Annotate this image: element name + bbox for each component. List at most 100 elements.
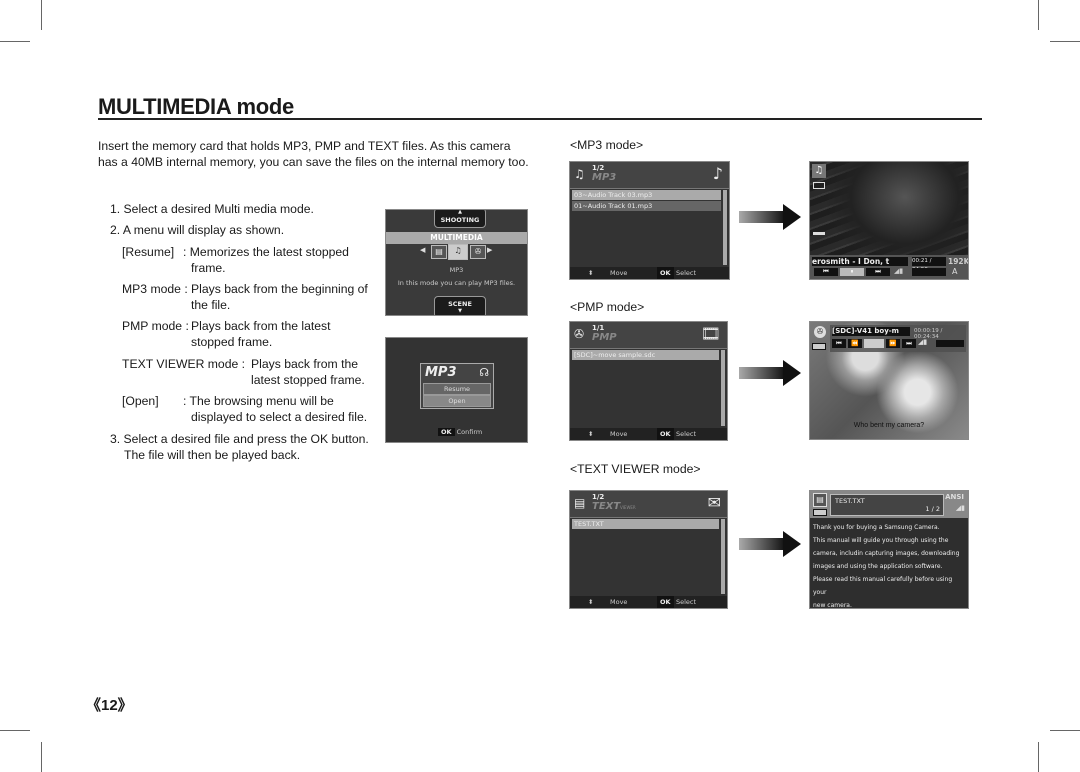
file-item[interactable]: 01~Audio Track 01.mp3 <box>572 201 721 211</box>
crop-mark <box>1050 730 1080 731</box>
text-mode-label: <TEXT VIEWER mode> <box>570 462 701 476</box>
filename-box: TEST.TXT 1 / 2 <box>830 494 944 516</box>
pause-button[interactable]: ⏸ <box>840 268 864 276</box>
previous-button[interactable]: ⏮ <box>832 339 846 348</box>
scene-tab[interactable]: SCENE ▼ <box>434 296 486 315</box>
text-content: Thank you for buying a Samsung Camera. T… <box>813 521 966 609</box>
mode-name: MP3 <box>592 172 617 183</box>
open-desc: : The browsing menu will be <box>183 394 334 408</box>
encoding: ANSI <box>945 493 964 501</box>
text-line: Thank you for buying a Samsung Camera. <box>813 524 940 531</box>
step-1: 1. Select a desired Multi media mode. <box>110 202 314 216</box>
fast-forward-button[interactable]: ⏩ <box>886 339 900 348</box>
battery-icon <box>813 182 825 189</box>
music-note-icon: ♫ <box>574 167 585 181</box>
list-footer: ⬍ Move OK Select <box>570 596 727 608</box>
mp3-player-screen: ♫ erosmith - I Don, t 00:21 / 04:56 192K… <box>809 161 969 280</box>
music-note-icon[interactable]: ♫ <box>448 244 468 260</box>
scene-tab-label: SCENE <box>448 300 472 308</box>
text-desc: latest stopped frame. <box>251 373 365 387</box>
film-reel-icon[interactable]: ✇ <box>470 245 486 259</box>
arrow-right-icon <box>739 531 801 557</box>
ok-badge: OK <box>657 267 674 279</box>
intro-line: Insert the memory card that holds MP3, P… <box>98 139 511 153</box>
move-hint: Move <box>610 269 628 277</box>
list-footer: ⬍ Move OK Select <box>570 428 727 440</box>
text-term: TEXT VIEWER mode : <box>122 357 246 371</box>
intro-line: has a 40MB internal memory, you can save… <box>98 155 529 169</box>
file-item[interactable]: [SDC]~move sample.sdc <box>572 350 719 360</box>
text-file-list-screen: ▤ 1/2 TEXT VIEWER ✉ TEST.TXT ⬍ Move OK S… <box>569 490 728 609</box>
document-decoration-icon: ✉ <box>707 493 721 512</box>
text-line: camera, includin capturing images, downl… <box>813 550 960 557</box>
page-number: 《12》 <box>86 697 133 714</box>
battery-icon <box>812 343 826 350</box>
text-line: images and using the application softwar… <box>813 563 943 570</box>
equalizer-icon <box>813 232 825 235</box>
select-hint: Select <box>676 269 697 277</box>
move-hint: Move <box>610 598 628 606</box>
select-hint: Select <box>676 430 697 438</box>
volume-icon[interactable]: ◢▮ <box>894 267 903 275</box>
move-hint: Move <box>610 430 628 438</box>
next-button[interactable]: ⏭ <box>902 339 916 348</box>
file-count: 1/2 <box>592 164 605 172</box>
volume-icon: ◢▮ <box>955 504 965 512</box>
file-count: 1/1 <box>592 324 605 332</box>
ok-badge: OK <box>657 428 674 440</box>
crop-mark <box>41 742 42 772</box>
scrollbar[interactable] <box>721 519 725 594</box>
crop-mark <box>1038 742 1039 772</box>
pmp-desc: Plays back from the latest <box>191 319 331 333</box>
filmstrip-decoration-icon: 🎞 <box>700 324 721 343</box>
step-3: 3. Select a desired file and press the O… <box>110 432 369 446</box>
arrow-right-icon <box>739 360 801 386</box>
text-document-icon: ▤ <box>813 493 827 507</box>
progress-bar[interactable] <box>936 340 964 347</box>
filename: TEST.TXT <box>835 497 865 505</box>
crop-mark <box>1038 0 1039 30</box>
mode-name: PMP <box>592 332 617 343</box>
shooting-tab[interactable]: ▲ SHOOTING <box>434 210 486 228</box>
list-header: ♫ 1/2 MP3 ♪ <box>570 162 729 189</box>
pause-button[interactable] <box>864 339 884 348</box>
viewer-header: ▤ TEST.TXT 1 / 2 ANSI ◢▮ <box>810 491 968 518</box>
list-header: ▤ 1/2 TEXT VIEWER ✉ <box>570 491 727 518</box>
progress-bar[interactable] <box>912 268 946 276</box>
rewind-button[interactable]: ⏪ <box>848 339 862 348</box>
volume-icon[interactable]: ◢▮ <box>918 338 927 346</box>
text-viewer-icon[interactable]: ▤ <box>431 245 447 259</box>
scrollbar[interactable] <box>721 350 725 426</box>
left-arrow-icon[interactable]: ◀ <box>420 246 425 254</box>
shooting-tab-label: SHOOTING <box>440 216 480 224</box>
pmp-player-screen: ✇ [SDC]-V41 boy-m 00:00:19 / 00:24:34 ⏮ … <box>809 321 969 440</box>
selected-mode-name: MP3 <box>449 266 464 274</box>
arrow-right-icon <box>739 204 801 230</box>
resume-option[interactable]: Resume <box>423 383 491 395</box>
crop-mark <box>0 41 30 42</box>
mp3-desc: Plays back from the beginning of <box>191 282 368 296</box>
open-option[interactable]: Open <box>423 395 491 407</box>
confirm-hint: OK Confirm <box>438 428 482 436</box>
resume-open-screen: MP3 ☊ Resume Open OK Confirm <box>385 337 528 443</box>
previous-button[interactable]: ⏮ <box>814 268 838 276</box>
resume-term: [Resume] <box>122 245 175 259</box>
list-footer: ⬍ Move OK Select <box>570 267 729 279</box>
right-arrow-icon[interactable]: ▶ <box>487 246 492 254</box>
mp3-popup: MP3 ☊ Resume Open <box>420 363 494 409</box>
crop-mark <box>41 0 42 30</box>
scrollbar[interactable] <box>723 190 727 265</box>
text-desc: Plays back from the <box>251 357 359 371</box>
updown-icon: ⬍ <box>588 598 594 606</box>
open-desc: displayed to select a desired file. <box>191 410 368 424</box>
mp3-logo: MP3 <box>425 365 457 380</box>
crop-mark <box>1050 41 1080 42</box>
film-reel-icon: ✇ <box>574 327 585 341</box>
next-button[interactable]: ⏭ <box>866 268 890 276</box>
file-item[interactable]: 03~Audio Track 03.mp3 <box>572 190 721 200</box>
page-indicator: 1 / 2 <box>925 505 940 513</box>
music-decoration-icon: ♪ <box>712 164 723 183</box>
text-line: This manual will guide you through using… <box>813 537 949 544</box>
text-line: new camera. <box>813 602 852 609</box>
file-item[interactable]: TEST.TXT <box>572 519 719 529</box>
